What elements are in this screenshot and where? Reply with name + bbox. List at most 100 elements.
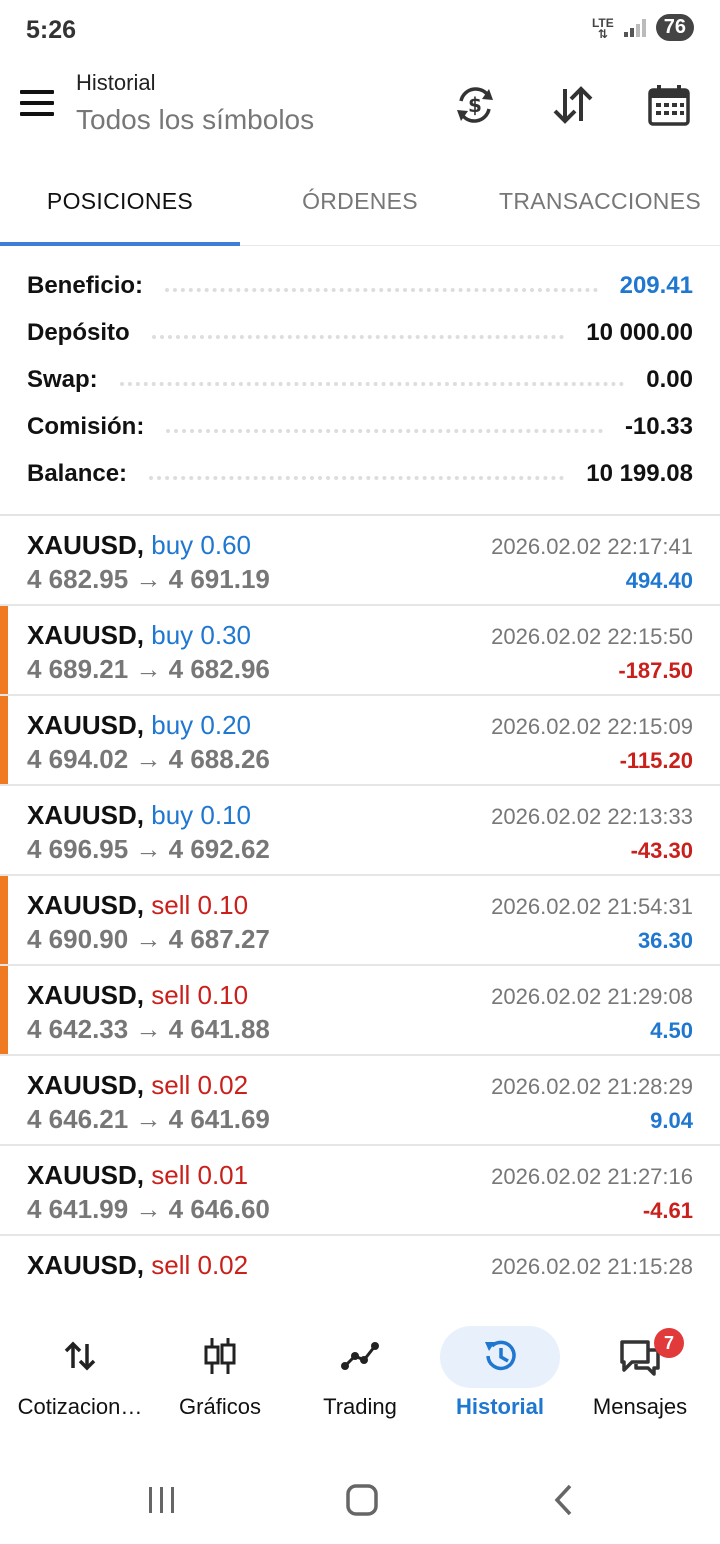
deal-marker (0, 696, 8, 784)
deposit-label: Depósito (27, 319, 130, 346)
deal-symbol: XAUUSD, (27, 980, 145, 1010)
commission-value: -10.33 (624, 413, 693, 440)
deal-row[interactable]: XAUUSD, sell 0.01 4 641.99 → 4 646.60 20… (0, 1146, 720, 1236)
deposit-value: 10 000.00 (586, 319, 693, 346)
deal-side: buy 0.60 (151, 530, 251, 560)
deal-row[interactable]: XAUUSD, sell 0.02 2026.02.02 21:15:28 (0, 1236, 720, 1294)
deal-profit: -115.20 (619, 748, 693, 773)
deal-row[interactable]: XAUUSD, buy 0.60 4 682.95 → 4 691.19 202… (0, 516, 720, 606)
home-icon[interactable] (332, 1478, 392, 1522)
tab-orders[interactable]: ÓRDENES (240, 160, 480, 246)
dotted-leader (151, 335, 565, 339)
history-icon (470, 1326, 530, 1386)
dotted-leader (119, 382, 625, 386)
quotes-icon (50, 1326, 110, 1386)
deal-prices: 4 682.95 → 4 691.19 (27, 564, 270, 594)
deal-side: sell 0.10 (151, 890, 249, 920)
nav-label: Cotizacion… (17, 1394, 143, 1419)
positions-list[interactable]: XAUUSD, buy 0.60 4 682.95 → 4 691.19 202… (0, 516, 720, 1294)
deal-row[interactable]: XAUUSD, sell 0.10 4 642.33 → 4 641.88 20… (0, 966, 720, 1056)
bottom-nav: Cotizacion… Gráficos Trading Historial 7… (0, 1318, 720, 1436)
balance-value: 10 199.08 (586, 460, 693, 487)
status-bar: 5:26 LTE ⇅ 76 (0, 0, 720, 62)
dotted-leader (149, 476, 565, 480)
nav-label: Mensajes (592, 1394, 688, 1419)
tab-indicator (0, 242, 240, 246)
tab-transactions[interactable]: TRANSACCIONES (480, 160, 720, 246)
deal-marker (0, 606, 8, 694)
deal-symbol: XAUUSD, (27, 530, 145, 560)
recents-icon[interactable] (132, 1478, 192, 1522)
back-icon[interactable] (534, 1478, 594, 1522)
deal-profit: 494.40 (625, 568, 693, 593)
nav-quotes[interactable]: Cotizacion… (8, 1318, 152, 1436)
deal-row[interactable]: XAUUSD, sell 0.02 4 646.21 → 4 641.69 20… (0, 1056, 720, 1146)
nav-label: Trading (323, 1394, 397, 1419)
dotted-leader (165, 288, 598, 292)
deal-profit: -4.61 (642, 1198, 693, 1223)
deal-profit: 9.04 (650, 1108, 693, 1133)
toolbar: Historial Todos los símbolos $ (0, 62, 720, 152)
menu-icon[interactable] (20, 90, 56, 116)
deal-time: 2026.02.02 21:28:29 (491, 1074, 693, 1099)
deal-marker (0, 966, 8, 1054)
svg-text:$: $ (468, 93, 482, 117)
deal-time: 2026.02.02 22:13:33 (491, 804, 693, 829)
deal-symbol: XAUUSD, (27, 1070, 145, 1100)
nav-charts[interactable]: Gráficos (148, 1318, 292, 1436)
status-icons: LTE ⇅ 76 (592, 14, 694, 41)
deal-time: 2026.02.02 22:17:41 (491, 534, 693, 559)
deal-prices: 4 641.99 → 4 646.60 (27, 1194, 270, 1224)
nav-label: Gráficos (179, 1394, 261, 1419)
nav-trading[interactable]: Trading (288, 1318, 432, 1436)
network-icon: LTE ⇅ (591, 15, 614, 41)
nav-messages[interactable]: 7 Mensajes (568, 1318, 712, 1436)
deal-profit: 4.50 (650, 1018, 693, 1043)
deal-row[interactable]: XAUUSD, buy 0.30 4 689.21 → 4 682.96 202… (0, 606, 720, 696)
currency-sync-icon[interactable]: $ (450, 80, 500, 130)
deal-profit: -187.50 (618, 658, 693, 683)
deal-side: sell 0.01 (151, 1160, 249, 1190)
messages-badge: 7 (654, 1328, 684, 1358)
calendar-icon[interactable] (644, 80, 694, 130)
summary-row-profit: Beneficio: 209.41 (27, 266, 693, 306)
deal-time: 2026.02.02 21:54:31 (491, 894, 693, 919)
summary-panel: Beneficio: 209.41 Depósito 10 000.00 Swa… (0, 262, 720, 516)
tab-positions[interactable]: POSICIONES (0, 160, 240, 246)
deal-time: 2026.02.02 21:27:16 (491, 1164, 693, 1189)
deal-row[interactable]: XAUUSD, sell 0.10 4 690.90 → 4 687.27 20… (0, 876, 720, 966)
nav-history[interactable]: Historial (428, 1318, 572, 1436)
deal-prices: 4 696.95 → 4 692.62 (27, 834, 270, 864)
deal-side: sell 0.02 (151, 1070, 249, 1100)
nav-label: Historial (455, 1394, 545, 1419)
deal-prices: 4 694.02 → 4 688.26 (27, 744, 270, 774)
dotted-leader (166, 429, 603, 433)
signal-icon (623, 18, 646, 37)
sort-icon[interactable] (548, 80, 598, 130)
deal-symbol: XAUUSD, (27, 620, 145, 650)
swap-value: 0.00 (646, 366, 693, 393)
deal-side: buy 0.30 (151, 620, 251, 650)
status-time: 5:26 (26, 16, 77, 44)
summary-row-balance: Balance: 10 199.08 (27, 454, 693, 494)
deal-time: 2026.02.02 22:15:50 (491, 624, 693, 649)
page-title: Historial (76, 70, 156, 95)
system-nav (0, 1456, 720, 1544)
deal-profit: 36.30 (637, 928, 693, 953)
deal-time: 2026.02.02 22:15:09 (491, 714, 693, 739)
symbol-filter[interactable]: Todos los símbolos (76, 104, 314, 136)
profit-value: 209.41 (619, 272, 693, 299)
trading-icon (330, 1326, 390, 1386)
deal-prices: 4 689.21 → 4 682.96 (27, 654, 270, 684)
deal-marker (0, 876, 8, 964)
summary-row-swap: Swap: 0.00 (27, 360, 693, 400)
deal-prices: 4 642.33 → 4 641.88 (27, 1014, 270, 1044)
deal-side: sell 0.10 (151, 980, 249, 1010)
deal-symbol: XAUUSD, (27, 710, 145, 740)
commission-label: Comisión: (27, 413, 145, 440)
deal-row[interactable]: XAUUSD, buy 0.20 4 694.02 → 4 688.26 202… (0, 696, 720, 786)
deal-symbol: XAUUSD, (27, 800, 145, 830)
tab-bar: POSICIONES ÓRDENES TRANSACCIONES (0, 160, 720, 246)
deal-row[interactable]: XAUUSD, buy 0.10 4 696.95 → 4 692.62 202… (0, 786, 720, 876)
deal-time: 2026.02.02 21:29:08 (491, 984, 693, 1009)
